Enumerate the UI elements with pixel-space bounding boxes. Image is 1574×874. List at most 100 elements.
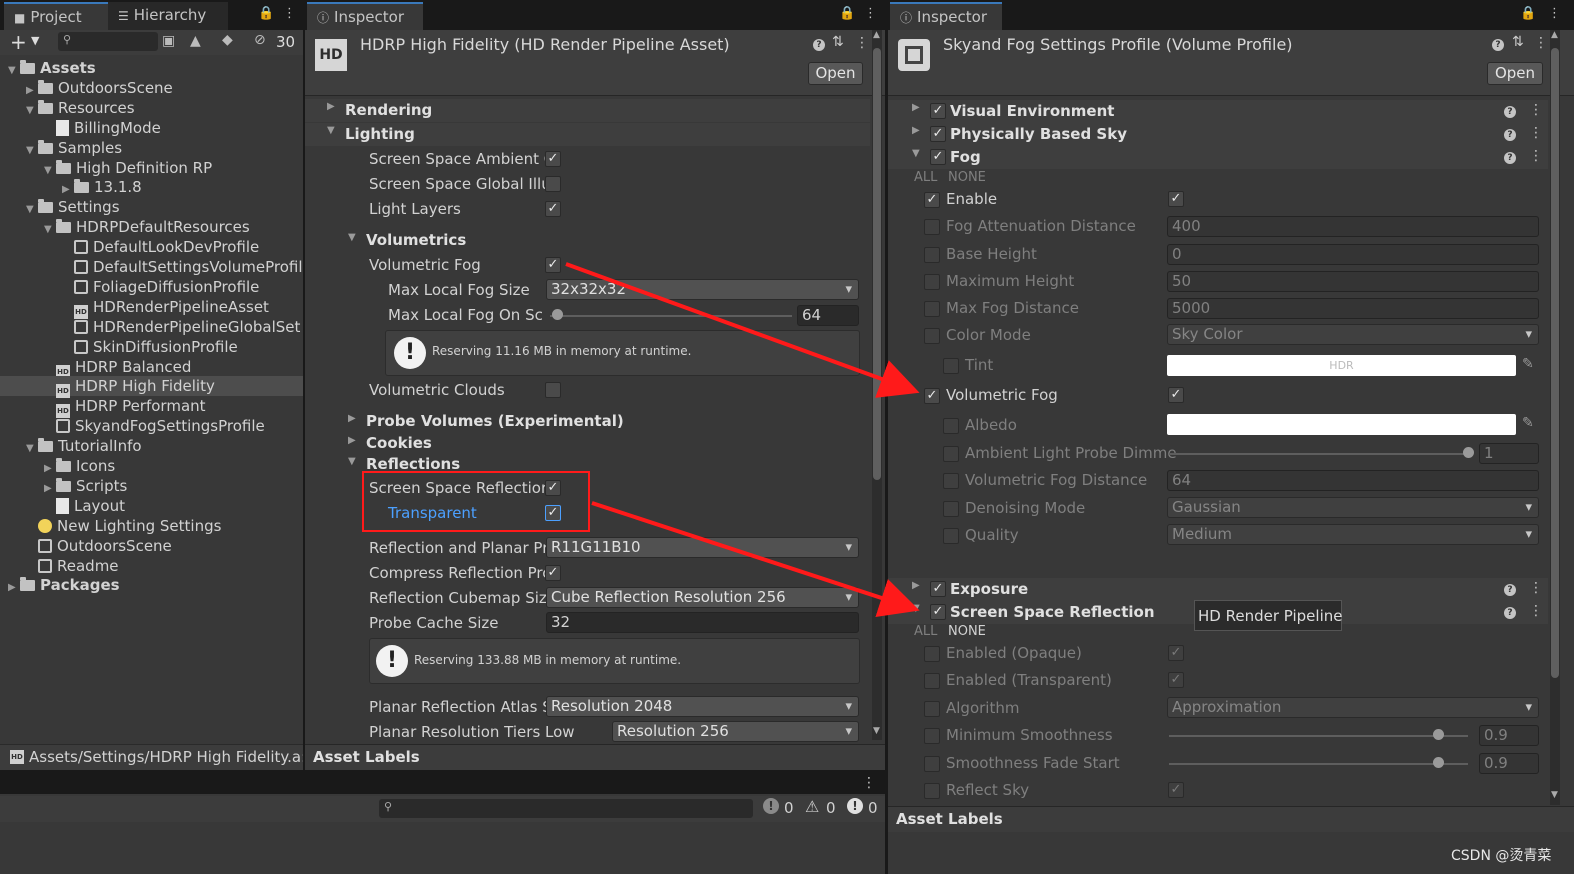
lock-icon[interactable]: 🔒	[839, 6, 855, 21]
more-menu-icon[interactable]: ⋮	[1529, 603, 1543, 619]
eyedropper-icon[interactable]: ✎	[1522, 415, 1534, 431]
visual-environment-checkbox[interactable]: ✓	[930, 103, 946, 119]
tree-item[interactable]: ▶ Scripts	[0, 476, 303, 496]
volumetrics-label[interactable]: Volumetrics	[366, 231, 466, 249]
more-menu-icon[interactable]: ⋮	[1548, 6, 1561, 21]
tree-item[interactable]: ▶ Icons	[0, 456, 303, 476]
base-height-override-checkbox[interactable]	[924, 247, 940, 263]
cubemap-size-dropdown[interactable]: Cube Reflection Resolution 256	[546, 587, 859, 608]
denoising-dropdown[interactable]: Gaussian	[1167, 497, 1539, 518]
more-menu-icon[interactable]: ⋮	[855, 35, 869, 51]
tree-item[interactable]: DefaultSettingsVolumeProfil	[0, 257, 303, 277]
enabled-transparent-checkbox[interactable]: ✓	[1168, 672, 1184, 688]
scroll-down-icon[interactable]: ▼	[1551, 790, 1558, 800]
tree-item[interactable]: ▼ TutorialInfo	[0, 436, 303, 456]
smooth-fade-slider-track[interactable]	[1169, 763, 1468, 765]
override-visual-environment[interactable]: ▶ ✓ Visual Environment ? ⋮	[888, 100, 1548, 123]
max-local-fog-on-screen-field[interactable]: 64	[797, 305, 859, 326]
smooth-fade-override-checkbox[interactable]	[924, 756, 940, 772]
tree-item[interactable]: Readme	[0, 556, 303, 576]
compress-reflection-checkbox[interactable]: ✓	[545, 565, 561, 581]
reflect-sky-checkbox[interactable]: ✓	[1168, 782, 1184, 798]
volumetric-fog-checkbox[interactable]: ✓	[545, 257, 561, 273]
tab-hierarchy[interactable]: ☰ Hierarchy	[108, 2, 228, 30]
tab-inspector-1[interactable]: ⓘ Inspector	[307, 2, 423, 30]
chevron-right-icon[interactable]: ▶	[348, 435, 360, 446]
enabled-opaque-override-checkbox[interactable]	[924, 646, 940, 662]
preset-icon[interactable]: ⇅	[832, 34, 844, 50]
scroll-up-icon[interactable]: ▲	[1551, 30, 1558, 40]
fog-all-button[interactable]: ALL	[914, 170, 937, 185]
ambient-probe-override-checkbox[interactable]	[943, 446, 959, 462]
reflection-format-dropdown[interactable]: R11G11B10	[546, 537, 859, 558]
cookies-label[interactable]: Cookies	[366, 434, 432, 452]
enable-checkbox[interactable]: ✓	[1168, 191, 1184, 207]
tree-item[interactable]: ▼ Resources	[0, 98, 303, 118]
override-exposure[interactable]: ▶ ✓ Exposure ? ⋮	[888, 578, 1548, 601]
ambient-probe-slider-thumb[interactable]	[1463, 447, 1474, 458]
tree-item[interactable]: ▶ Packages	[0, 575, 303, 595]
max-local-fog-slider-track[interactable]	[550, 315, 792, 317]
probe-cache-field[interactable]: 32	[546, 612, 859, 633]
smooth-fade-slider-thumb[interactable]	[1433, 757, 1445, 768]
tree-item[interactable]: HD HDRP High Fidelity	[0, 376, 303, 399]
tree-item[interactable]: ▼ Assets	[0, 58, 303, 78]
more-menu-icon[interactable]: ⋮	[1529, 148, 1543, 164]
min-smoothness-slider-thumb[interactable]	[1433, 729, 1445, 740]
enabled-transparent-override-checkbox[interactable]	[924, 673, 940, 689]
filter-type-icon[interactable]: ▲	[190, 33, 201, 49]
help-icon[interactable]: ?	[1504, 584, 1516, 596]
tree-item[interactable]: FoliageDiffusionProfile	[0, 277, 303, 297]
vol-fog-distance-override-checkbox[interactable]	[943, 473, 959, 489]
quality-dropdown[interactable]: Medium	[1167, 524, 1539, 545]
base-height-field[interactable]: 0	[1167, 244, 1539, 265]
console-search-input[interactable]: ⚲	[379, 799, 753, 818]
planar-tiers-dropdown[interactable]: Resolution 256	[612, 721, 859, 742]
lock-icon[interactable]: 🔒	[1520, 6, 1536, 21]
tint-color-field[interactable]: HDR	[1167, 355, 1516, 376]
color-mode-dropdown[interactable]: Sky Color	[1167, 324, 1539, 345]
error-count-icon[interactable]: !	[847, 798, 863, 814]
tree-item[interactable]: ▼ High Definition RP	[0, 158, 303, 178]
maximum-height-field[interactable]: 50	[1167, 271, 1539, 292]
override-fog[interactable]: ▼ ✓ Fog ? ⋮	[888, 146, 1548, 169]
ssr-all-button[interactable]: ALL	[914, 624, 937, 639]
smooth-fade-field[interactable]: 0.9	[1479, 753, 1539, 774]
tree-item[interactable]: ▼ Settings	[0, 197, 303, 217]
tree-item[interactable]: SkinDiffusionProfile	[0, 337, 303, 357]
warning-count-icon[interactable]: ⚠	[805, 797, 819, 816]
help-icon[interactable]: ?	[1504, 106, 1516, 118]
inspector1-asset-labels-bar[interactable]: Asset Labels	[305, 744, 885, 770]
tab-inspector-2[interactable]: ⓘ Inspector	[890, 2, 1002, 30]
more-menu-icon[interactable]: ⋮	[1529, 125, 1543, 141]
scroll-down-icon[interactable]: ▼	[873, 726, 880, 736]
tint-override-checkbox[interactable]	[943, 358, 959, 374]
help-icon[interactable]: ?	[813, 39, 825, 51]
volumetric-fog-checkbox[interactable]: ✓	[1168, 387, 1184, 403]
tree-item[interactable]: New Lighting Settings	[0, 516, 303, 536]
inspector2-scroll-thumb[interactable]	[1551, 48, 1559, 678]
preset-icon[interactable]: ⇅	[1512, 34, 1524, 50]
maximum-height-override-checkbox[interactable]	[924, 274, 940, 290]
tree-item[interactable]: BillingMode	[0, 118, 303, 138]
denoising-override-checkbox[interactable]	[943, 501, 959, 517]
tree-item[interactable]: HDRenderPipelineGlobalSet	[0, 317, 303, 337]
help-icon[interactable]: ?	[1504, 129, 1516, 141]
open-button[interactable]: Open	[808, 62, 863, 85]
override-physically-based-sky[interactable]: ▶ ✓ Physically Based Sky ? ⋮	[888, 123, 1548, 146]
ssr-none-button[interactable]: NONE	[948, 624, 986, 639]
tab-project[interactable]: ■ Project	[4, 2, 108, 30]
vol-fog-distance-field[interactable]: 64	[1167, 470, 1539, 491]
max-fog-distance-override-checkbox[interactable]	[924, 301, 940, 317]
probe-volumes-label[interactable]: Probe Volumes (Experimental)	[366, 412, 624, 430]
more-menu-icon[interactable]: ⋮	[1529, 580, 1543, 596]
more-menu-icon[interactable]: ⋮	[862, 775, 876, 791]
tree-item[interactable]: ▶ 13.1.8	[0, 177, 303, 197]
hidden-eye-icon[interactable]: ⊘	[254, 32, 266, 48]
max-local-fog-size-dropdown[interactable]: 32x32x32	[546, 279, 859, 300]
fog-none-button[interactable]: NONE	[948, 170, 986, 185]
inspector2-asset-labels-bar[interactable]: Asset Labels	[888, 806, 1574, 832]
chevron-down-icon[interactable]: ▼	[348, 456, 360, 467]
chevron-right-icon[interactable]: ▶	[348, 413, 360, 424]
tree-item[interactable]: DefaultLookDevProfile	[0, 237, 303, 257]
